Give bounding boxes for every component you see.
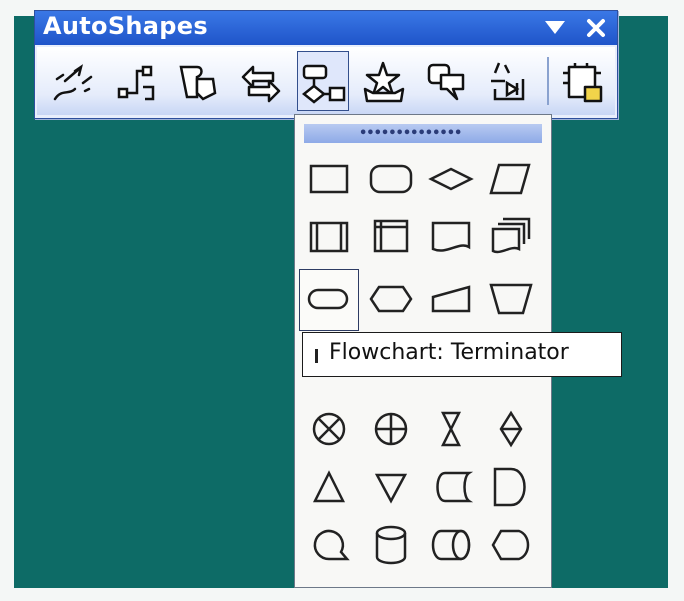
palette-drag-handle[interactable]: •••••••••••••• — [304, 124, 542, 143]
merge-icon — [374, 473, 408, 504]
lines-icon — [53, 64, 93, 101]
action-buttons-button[interactable] — [483, 51, 535, 111]
magnetic-disk-shape[interactable] — [365, 519, 417, 571]
basic-shapes-button[interactable] — [173, 51, 225, 111]
data-shape[interactable] — [485, 153, 537, 205]
callouts-icon — [427, 63, 465, 101]
more-autoshapes-button[interactable] — [557, 51, 609, 111]
toolbar-options-button[interactable] — [541, 15, 569, 41]
predefined-process-icon — [309, 221, 349, 253]
data-icon — [489, 163, 531, 195]
block-arrows-button[interactable] — [235, 51, 287, 111]
document-icon — [431, 221, 471, 252]
alternate-process-shape[interactable] — [365, 153, 417, 205]
screenshot-border-bottom — [0, 588, 684, 601]
toolbar-separator — [547, 57, 549, 105]
stored-data-icon — [436, 471, 474, 503]
display-shape[interactable] — [485, 519, 537, 571]
tooltip-cursor-mark — [315, 349, 318, 363]
extract-shape[interactable] — [303, 461, 355, 513]
multidocument-shape[interactable] — [485, 211, 537, 263]
document-shape[interactable] — [425, 211, 477, 263]
delay-icon — [493, 467, 526, 507]
internal-storage-icon — [373, 219, 409, 253]
summing-junction-icon — [312, 412, 346, 446]
connectors-button[interactable] — [111, 51, 163, 111]
close-icon — [587, 19, 605, 37]
manual-operation-icon — [489, 283, 533, 315]
autoshapes-toolbar: AutoShapes — [34, 10, 618, 119]
terminator-shape[interactable] — [299, 269, 359, 331]
manual-input-shape[interactable] — [425, 273, 477, 325]
screenshot-border-left — [0, 0, 14, 601]
tooltip-text: Flowchart: Terminator — [329, 340, 569, 365]
stars-banners-button[interactable] — [359, 51, 411, 111]
toolbar-title: AutoShapes — [43, 12, 208, 40]
direct-access-storage-icon — [431, 529, 471, 561]
delay-shape[interactable] — [485, 461, 537, 513]
process-shape[interactable] — [303, 153, 355, 205]
sequential-access-storage-shape[interactable] — [303, 519, 355, 571]
flowchart-icon — [301, 64, 346, 104]
predefined-process-shape[interactable] — [303, 211, 355, 263]
preparation-icon — [369, 285, 413, 313]
sort-shape[interactable] — [485, 403, 537, 455]
collate-shape[interactable] — [425, 403, 477, 455]
terminator-icon — [307, 288, 349, 310]
close-button[interactable] — [581, 13, 611, 43]
decision-icon — [428, 167, 474, 191]
preparation-shape[interactable] — [365, 273, 417, 325]
screenshot-border-right — [668, 0, 684, 601]
basic-shapes-icon — [179, 65, 217, 101]
connectors-icon — [117, 65, 155, 101]
star-icon — [363, 61, 405, 103]
summing-junction-shape[interactable] — [303, 403, 355, 455]
shape-tooltip: Flowchart: Terminator — [302, 332, 622, 377]
collate-icon — [440, 411, 462, 447]
sort-icon — [499, 410, 523, 448]
sequential-access-storage-icon — [313, 529, 350, 561]
manual-operation-shape[interactable] — [485, 273, 537, 325]
flowchart-button[interactable] — [297, 51, 349, 111]
process-icon — [309, 164, 349, 194]
or-shape[interactable] — [365, 403, 417, 455]
direct-access-storage-shape[interactable] — [425, 519, 477, 571]
display-icon — [491, 529, 530, 561]
or-icon — [374, 412, 408, 446]
manual-input-icon — [431, 285, 471, 313]
multidocument-icon — [491, 217, 531, 254]
decision-shape[interactable] — [425, 153, 477, 205]
block-arrows-icon — [241, 65, 281, 103]
action-buttons-icon — [491, 62, 525, 101]
alternate-process-icon — [369, 164, 413, 194]
stored-data-shape[interactable] — [425, 461, 477, 513]
callouts-button[interactable] — [421, 51, 473, 111]
toolbar-titlebar[interactable]: AutoShapes — [35, 11, 617, 45]
lines-button[interactable] — [47, 51, 99, 111]
triangle-down-icon — [545, 21, 565, 34]
grip-dots-icon: •••••••••••••• — [359, 126, 462, 141]
magnetic-disk-icon — [375, 525, 407, 565]
merge-shape[interactable] — [365, 461, 417, 513]
extract-icon — [312, 470, 346, 503]
more-autoshapes-icon — [563, 63, 603, 103]
internal-storage-shape[interactable] — [365, 211, 417, 263]
